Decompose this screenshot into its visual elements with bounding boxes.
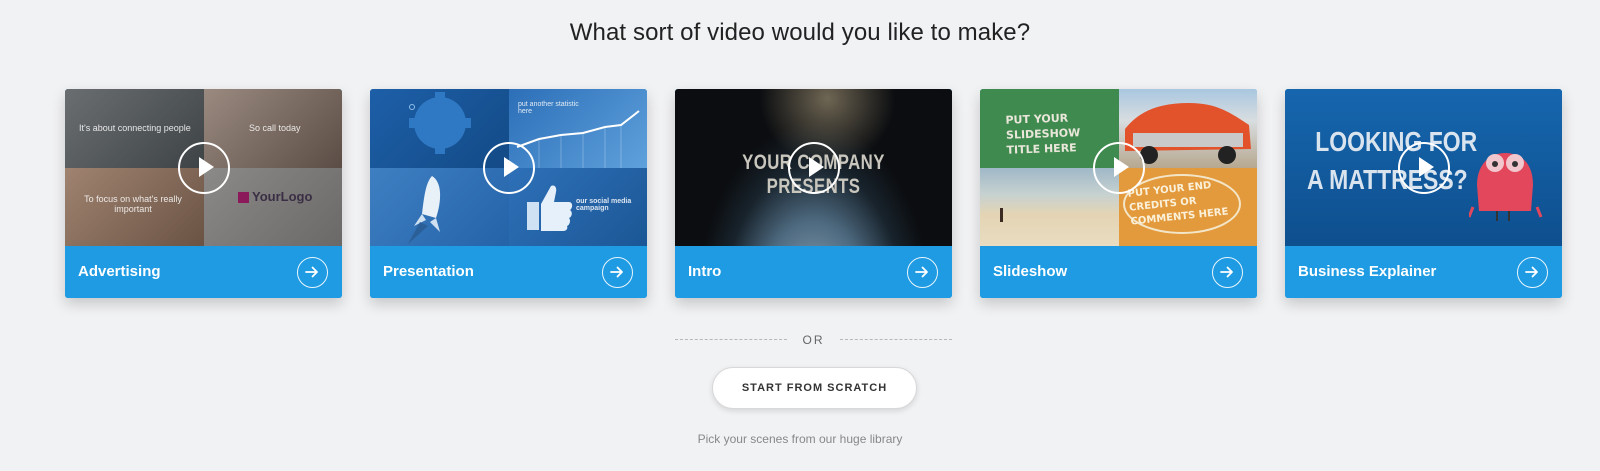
thumbnail-presentation[interactable]: put another statistic here our social me… xyxy=(370,89,647,246)
thumb-text: So call today xyxy=(249,123,301,133)
logo-mark-icon xyxy=(238,192,249,203)
card-label: Intro xyxy=(688,263,722,280)
card-footer[interactable]: Intro xyxy=(675,246,952,298)
card-label: Advertising xyxy=(78,263,161,280)
monster-character-icon xyxy=(1469,153,1543,221)
card-footer[interactable]: Advertising xyxy=(65,246,342,298)
thumbnail-business-explainer[interactable]: LOOKING FOR A MATTRESS? xyxy=(1285,89,1562,246)
arrow-right-icon[interactable] xyxy=(1517,257,1548,288)
divider-line xyxy=(675,339,787,340)
arrow-right-icon[interactable] xyxy=(602,257,633,288)
thumbnail-slideshow[interactable]: PUT YOUR SLIDESHOW TITLE HERE PUT YOUR E… xyxy=(980,89,1257,246)
card-advertising[interactable]: It's about connecting people So call tod… xyxy=(65,89,342,298)
divider-label: OR xyxy=(802,333,825,347)
arrow-right-icon[interactable] xyxy=(297,257,328,288)
thumb-text: To focus on what's really important xyxy=(84,194,182,214)
thumb-title-text: LOOKING FOR A MATTRESS? xyxy=(1307,123,1477,199)
thumbnail-advertising[interactable]: It's about connecting people So call tod… xyxy=(65,89,342,246)
thumb-line: LOOKING FOR xyxy=(1315,126,1478,157)
play-icon[interactable] xyxy=(1398,142,1450,194)
card-business-explainer[interactable]: LOOKING FOR A MATTRESS? Business Explain… xyxy=(1285,89,1562,298)
thumb-text: PUT YOUR SLIDESHOW TITLE HERE xyxy=(1005,111,1081,157)
card-presentation[interactable]: put another statistic here our social me… xyxy=(370,89,647,298)
play-icon[interactable] xyxy=(483,142,535,194)
card-footer[interactable]: Business Explainer xyxy=(1285,246,1562,298)
play-icon[interactable] xyxy=(788,142,840,194)
card-slideshow[interactable]: PUT YOUR SLIDESHOW TITLE HERE PUT YOUR E… xyxy=(980,89,1257,298)
thumb-logo-text: YourLogo xyxy=(252,189,313,204)
start-from-scratch-button[interactable]: START FROM SCRATCH xyxy=(712,367,917,409)
card-label: Presentation xyxy=(383,263,474,280)
video-type-cards: It's about connecting people So call tod… xyxy=(65,89,1563,298)
scratch-subtitle: Pick your scenes from our huge library xyxy=(697,432,903,446)
thumbnail-intro[interactable]: YOUR COMPANY PRESENTS xyxy=(675,89,952,246)
play-icon[interactable] xyxy=(178,142,230,194)
card-footer[interactable]: Presentation xyxy=(370,246,647,298)
card-footer[interactable]: Slideshow xyxy=(980,246,1257,298)
thumb-text: put another statistic here xyxy=(518,101,579,115)
thumb-text: It's about connecting people xyxy=(79,123,191,133)
thumb-line: A MATTRESS? xyxy=(1307,164,1468,195)
arrow-right-icon[interactable] xyxy=(1212,257,1243,288)
card-label: Business Explainer xyxy=(1298,263,1437,280)
arrow-right-icon[interactable] xyxy=(907,257,938,288)
card-label: Slideshow xyxy=(993,263,1068,280)
divider-line xyxy=(840,339,952,340)
play-icon[interactable] xyxy=(1093,142,1145,194)
thumbs-up-icon xyxy=(527,185,573,231)
or-divider: OR xyxy=(675,333,952,347)
thumb-text: our social media campaign xyxy=(576,198,632,212)
page-title: What sort of video would you like to mak… xyxy=(569,19,1031,46)
card-intro[interactable]: YOUR COMPANY PRESENTS Intro xyxy=(675,89,952,298)
